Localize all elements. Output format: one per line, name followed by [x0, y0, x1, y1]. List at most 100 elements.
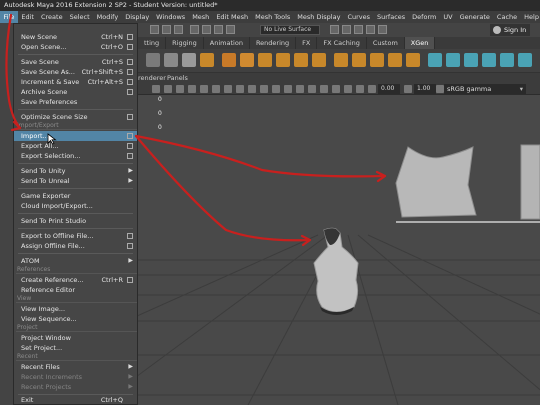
render-icon[interactable]	[354, 25, 363, 34]
uv-icon[interactable]	[482, 53, 496, 67]
option-box-icon[interactable]	[127, 69, 133, 75]
shelf-tab-modeling[interactable]: tting	[138, 37, 167, 49]
menu-mesh-tools[interactable]: Mesh Tools	[252, 11, 294, 23]
shelf-tab-xgen[interactable]: XGen	[404, 37, 436, 49]
menu-item-export-offline-file[interactable]: Export to Offline File...	[14, 231, 137, 241]
menu-item-save-scene-as[interactable]: Save Scene As... Ctrl+Shift+S	[14, 67, 137, 77]
snap-icon[interactable]	[190, 25, 199, 34]
menu-item-project-window[interactable]: Project Window	[14, 333, 137, 343]
sign-in-button[interactable]: Sign In	[490, 24, 530, 36]
shelf-tab-fx[interactable]: FX	[296, 37, 318, 49]
aa-icon[interactable]	[296, 85, 304, 93]
menu-item-assign-offline-file[interactable]: Assign Offline File...	[14, 241, 137, 251]
shelf-tab-fx-caching[interactable]: FX Caching	[317, 37, 367, 49]
render-icon[interactable]	[342, 25, 351, 34]
snap-icon[interactable]	[202, 25, 211, 34]
wireframe-icon[interactable]	[176, 85, 184, 93]
render-icon[interactable]	[378, 25, 387, 34]
option-box-icon[interactable]	[127, 243, 133, 249]
render-icon[interactable]	[330, 25, 339, 34]
isolate-select-icon[interactable]	[332, 85, 340, 93]
exposure-field[interactable]: 0.00	[378, 84, 400, 94]
cube-icon[interactable]	[222, 53, 236, 67]
combine-icon[interactable]	[334, 53, 348, 67]
uv-icon[interactable]	[518, 53, 532, 67]
menu-curves[interactable]: Curves	[344, 11, 374, 23]
snap-icon[interactable]	[226, 25, 235, 34]
uv-icon[interactable]	[500, 53, 514, 67]
xray-joints-icon[interactable]	[344, 85, 352, 93]
menu-item-export-selection[interactable]: Export Selection...	[14, 151, 137, 161]
menu-item-recent-files[interactable]: Recent Files ▶	[14, 362, 137, 372]
menu-display[interactable]: Display	[122, 11, 153, 23]
shelf-tab-rendering[interactable]: Rendering	[250, 37, 297, 49]
option-box-icon[interactable]	[127, 34, 133, 40]
polygon-icon[interactable]	[200, 53, 214, 67]
menu-select[interactable]: Select	[66, 11, 93, 23]
shelf-tab-animation[interactable]: Animation	[204, 37, 250, 49]
option-box-icon[interactable]	[127, 277, 133, 283]
tool-icon[interactable]	[150, 25, 159, 34]
menu-item-game-exporter[interactable]: Game Exporter	[14, 191, 137, 201]
menu-deform[interactable]: Deform	[409, 11, 440, 23]
option-box-icon[interactable]	[127, 44, 133, 50]
option-box-icon[interactable]	[127, 59, 133, 65]
shaded-icon[interactable]	[188, 85, 196, 93]
xray-icon[interactable]	[236, 85, 244, 93]
menu-create[interactable]: Create	[37, 11, 66, 23]
menu-windows[interactable]: Windows	[153, 11, 189, 23]
menu-item-set-project[interactable]: Set Project...	[14, 343, 137, 353]
bevel-icon[interactable]	[406, 53, 420, 67]
menu-item-increment-save[interactable]: Increment & Save Ctrl+Alt+S	[14, 77, 137, 87]
menu-item-view-image[interactable]: View Image...	[14, 304, 137, 314]
option-box-icon[interactable]	[127, 133, 133, 139]
color-space-dropdown[interactable]: sRGB gamma ▾	[444, 84, 526, 94]
shadows-icon[interactable]	[224, 85, 232, 93]
menu-item-exit[interactable]: Exit Ctrl+Q	[14, 395, 137, 405]
menu-item-import[interactable]: Import...	[14, 131, 137, 141]
menu-uv[interactable]: UV	[440, 11, 456, 23]
menu-item-send-to-unity[interactable]: Send To Unity ▶	[14, 166, 137, 176]
option-box-icon[interactable]	[127, 79, 133, 85]
menu-generate[interactable]: Generate	[456, 11, 493, 23]
torus-icon[interactable]	[294, 53, 308, 67]
menu-mesh-display[interactable]: Mesh Display	[294, 11, 344, 23]
plane-icon[interactable]	[312, 53, 326, 67]
render-icon[interactable]	[366, 25, 375, 34]
option-box-icon[interactable]	[127, 143, 133, 149]
menu-item-send-to-print-studio[interactable]: Send To Print Studio	[14, 216, 137, 226]
color-management-icon[interactable]	[436, 85, 444, 93]
menu-help[interactable]: Help	[521, 11, 540, 23]
option-box-icon[interactable]	[127, 153, 133, 159]
gamma-field[interactable]: 1.00	[414, 84, 436, 94]
menu-item-save-preferences[interactable]: Save Preferences	[14, 97, 137, 107]
uv-icon[interactable]	[464, 53, 478, 67]
menu-surfaces[interactable]: Surfaces	[374, 11, 409, 23]
menu-item-create-reference[interactable]: Create Reference... Ctrl+R	[14, 275, 137, 285]
option-box-icon[interactable]	[127, 114, 133, 120]
resolution-gate-icon[interactable]	[260, 85, 268, 93]
polygon-icon[interactable]	[164, 53, 178, 67]
menu-item-atom[interactable]: ATOM ▶	[14, 256, 137, 266]
menu-item-open-scene[interactable]: Open Scene... Ctrl+O	[14, 42, 137, 52]
viewport-menu-renderer[interactable]: renderer	[138, 73, 166, 83]
polygon-icon[interactable]	[146, 53, 160, 67]
viewport-3d[interactable]: 0 0 0	[138, 95, 540, 405]
option-box-icon[interactable]	[127, 233, 133, 239]
sphere-icon[interactable]	[240, 53, 254, 67]
texture-icon[interactable]	[200, 85, 208, 93]
polygon-icon[interactable]	[182, 53, 196, 67]
menu-mesh[interactable]: Mesh	[189, 11, 213, 23]
shelf-tab-custom[interactable]: Custom	[367, 37, 405, 49]
menu-cache[interactable]: Cache	[493, 11, 520, 23]
menu-item-reference-editor[interactable]: Reference Editor	[14, 285, 137, 295]
menu-item-view-sequence[interactable]: View Sequence...	[14, 314, 137, 324]
menu-item-save-scene[interactable]: Save Scene Ctrl+S	[14, 57, 137, 67]
tool-icon[interactable]	[162, 25, 171, 34]
tool-icon[interactable]	[174, 25, 183, 34]
separate-icon[interactable]	[352, 53, 366, 67]
option-box-icon[interactable]	[127, 89, 133, 95]
menu-item-optimize-scene-size[interactable]: Optimize Scene Size	[14, 112, 137, 122]
motion-blur-icon[interactable]	[320, 85, 328, 93]
safe-frame-icon[interactable]	[272, 85, 280, 93]
